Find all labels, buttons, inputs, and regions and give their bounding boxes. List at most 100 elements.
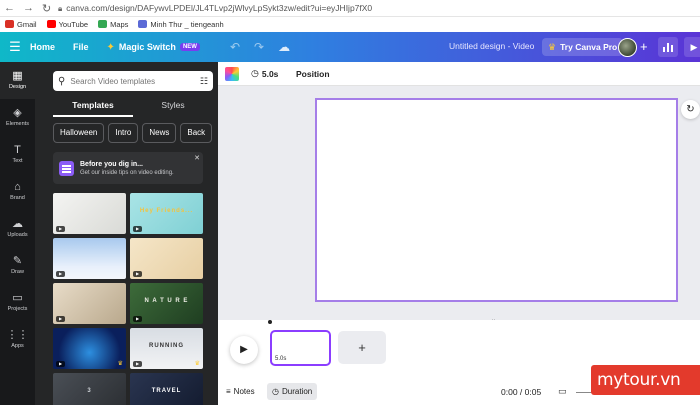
play-button[interactable]: ▶ <box>230 336 258 364</box>
video-camera-icon: ▶ <box>133 316 142 322</box>
rail-item-uploads[interactable]: ☁ Uploads <box>0 210 35 247</box>
rail-item-draw[interactable]: ✎ Draw <box>0 247 35 284</box>
rail-item-projects[interactable]: ▭ Projects <box>0 284 35 321</box>
clock-icon: ◷ <box>251 68 259 78</box>
lock-icon: 🔒︎ <box>58 3 63 13</box>
notes-button[interactable]: ≡ Notes <box>226 387 255 396</box>
rail-item-label: Projects <box>7 306 28 312</box>
template-thumbnail[interactable]: N A T U R E ▶ <box>130 283 203 324</box>
file-menu-button[interactable]: File <box>73 42 89 52</box>
bookmark-3[interactable]: Minh Thư _ tiengeanh <box>138 20 224 29</box>
video-camera-icon: ▶ <box>133 271 142 277</box>
rail-item-design[interactable]: ▦ Design <box>0 62 35 99</box>
watermark-logo: mytour.vn <box>591 365 700 395</box>
template-text: Hey Friends... <box>139 208 194 214</box>
home-button[interactable]: Home <box>30 42 55 52</box>
template-thumbnail[interactable]: 3▶ <box>53 373 126 405</box>
duration-button[interactable]: ◷ Duration <box>267 383 318 400</box>
template-text: TRAVEL <box>151 388 182 394</box>
address-bar[interactable]: 🔒︎ canva.com/design/DAFywvLPDEl/JL4TLvp2j… <box>58 3 372 14</box>
close-icon[interactable]: ✕ <box>194 154 200 162</box>
user-avatar[interactable] <box>618 38 637 57</box>
insights-chart-icon[interactable] <box>658 37 678 57</box>
panel-tabs: Templates Styles <box>53 97 213 117</box>
search-input[interactable] <box>70 76 181 86</box>
duration-btn-label: Duration <box>281 387 313 396</box>
video-camera-icon: ▶ <box>133 226 142 232</box>
magic-switch-button[interactable]: ✦ Magic Switch NEW <box>107 42 200 53</box>
maps-icon <box>98 20 108 28</box>
try-canva-pro-button[interactable]: ♛ Try Canva Pro <box>542 38 624 56</box>
template-search[interactable]: ⚲ ☷ <box>53 71 213 91</box>
position-button[interactable]: Position <box>296 69 330 79</box>
apps-icon: ⋮⋮ <box>6 329 29 341</box>
template-thumbnail[interactable]: RUNNING ▶ ♛ <box>130 328 203 369</box>
screen-icon[interactable]: ▭ <box>558 386 567 397</box>
reload-icon[interactable]: ↻ <box>42 2 51 15</box>
add-page-button[interactable]: + <box>338 331 386 364</box>
template-thumbnail[interactable]: ▶ <box>130 238 203 279</box>
bookmarks-bar: Gmail YouTube Maps Minh Thư _ tiengeanh <box>0 17 700 31</box>
bookmark-1[interactable]: YouTube <box>46 20 88 29</box>
filter-icon[interactable]: ☷ <box>200 76 208 87</box>
redo-icon[interactable]: ↷ <box>254 40 264 54</box>
timeline-clip[interactable]: 5.0s <box>270 330 331 366</box>
tips-video-icon <box>59 160 74 176</box>
hamburger-menu-icon[interactable]: ☰ <box>0 39 30 55</box>
browser-url-bar: ← → ↻ 🔒︎ canva.com/design/DAFywvLPDEl/JL4… <box>0 0 700 17</box>
youtube-icon <box>46 20 56 28</box>
bookmark-2[interactable]: Maps <box>98 20 128 29</box>
rail-item-elements[interactable]: ◈ Elements <box>0 99 35 136</box>
brand-icon: ⌂ <box>14 181 21 193</box>
template-thumbnail[interactable]: ▶ <box>53 193 126 234</box>
rail-item-text[interactable]: T Text <box>0 136 35 173</box>
template-text: N A T U R E <box>144 298 189 304</box>
rail-item-apps[interactable]: ⋮⋮ Apps <box>0 321 35 358</box>
rail-item-label: Apps <box>11 343 24 349</box>
forward-icon[interactable]: → <box>23 2 34 15</box>
promo-text: Before you dig in... Get our inside tips… <box>80 161 174 176</box>
chip-intro[interactable]: Intro <box>108 123 139 143</box>
gmail-icon <box>5 20 14 28</box>
rail-item-brand[interactable]: ⌂ Brand <box>0 173 35 210</box>
projects-icon: ▭ <box>12 292 23 304</box>
back-icon[interactable]: ← <box>4 2 15 15</box>
rail-item-label: Uploads <box>7 232 28 238</box>
category-chips: Halloween Intro News Back <box>53 123 213 143</box>
video-camera-icon: ▶ <box>56 226 65 232</box>
template-thumbnail[interactable]: TRAVEL▶ <box>130 373 203 405</box>
try-pro-label: Try Canva Pro <box>560 42 618 52</box>
rail-item-label: Text <box>12 158 23 164</box>
template-thumbnail[interactable]: ▶ <box>53 283 126 324</box>
chip-halloween[interactable]: Halloween <box>53 123 105 143</box>
undo-icon[interactable]: ↶ <box>230 40 240 54</box>
template-grid: ▶ Hey Friends... ▶ ▶ ▶ ▶ N A T U R E ▶ ▶ ♛ RUNNING… <box>53 193 203 405</box>
bookmark-label: Maps <box>110 19 129 29</box>
uploads-icon: ☁ <box>12 218 23 230</box>
context-toolbar: ◷ 5.0s Position <box>218 62 700 86</box>
template-text: 3 <box>87 388 92 394</box>
add-collaborator-icon[interactable]: + <box>640 39 648 54</box>
duration-label: 5.0s <box>261 68 279 79</box>
tips-promo-card[interactable]: Before you dig in... Get our inside tips… <box>53 152 203 184</box>
cloud-sync-icon[interactable]: ☁ <box>278 40 290 54</box>
bookmark-icon <box>138 20 148 28</box>
rail-item-label: Draw <box>11 269 24 275</box>
video-camera-icon: ▶ <box>56 316 65 322</box>
refresh-icon[interactable]: ↻ <box>681 100 700 119</box>
template-thumbnail[interactable]: ▶ <box>53 238 126 279</box>
chip-back[interactable]: Back <box>180 123 213 143</box>
bookmark-0[interactable]: Gmail <box>5 20 37 29</box>
background-color-swatch[interactable] <box>225 67 239 81</box>
playhead-marker[interactable] <box>268 320 272 324</box>
chip-news[interactable]: News <box>142 123 177 143</box>
document-title[interactable]: Untitled design - Video <box>449 41 534 51</box>
design-icon: ▦ <box>12 70 23 82</box>
page-duration-button[interactable]: ◷ 5.0s <box>251 68 278 79</box>
template-thumbnail[interactable]: Hey Friends... ▶ <box>130 193 203 234</box>
design-canvas[interactable] <box>315 98 678 302</box>
present-play-icon[interactable]: ▶ <box>684 37 700 57</box>
template-thumbnail[interactable]: ▶ ♛ <box>53 328 126 369</box>
tab-templates[interactable]: Templates <box>53 97 133 117</box>
tab-styles[interactable]: Styles <box>133 97 213 117</box>
